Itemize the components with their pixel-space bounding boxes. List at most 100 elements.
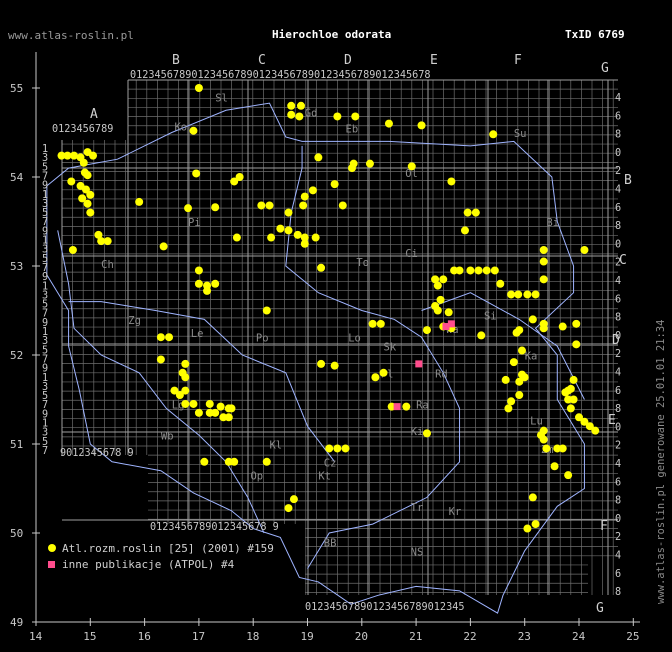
region-label: Cz — [324, 457, 337, 469]
record-atlas — [314, 153, 323, 162]
legend-item-other: inne publikacje (ATPOL) #4 — [48, 556, 274, 572]
grid-letter-top: D — [344, 53, 352, 68]
record-atlas — [569, 395, 578, 404]
record-atlas — [200, 457, 209, 466]
grid-digit-right: 6 — [615, 386, 621, 397]
grid-letter-top: F — [514, 53, 522, 68]
record-atlas — [289, 495, 298, 504]
vistula-river — [285, 145, 461, 569]
generated-note: www.atlas-roslin.pl generowane 25.01.01 … — [655, 319, 667, 604]
grid-letter-right: C — [619, 253, 627, 268]
grid-letter-top: A — [90, 107, 98, 122]
grid-digit-right: 6 — [615, 203, 621, 214]
grid-letter-right: D — [612, 333, 620, 348]
region-label: Wb — [161, 431, 174, 443]
region-label: Lo — [348, 333, 361, 345]
record-atlas — [539, 257, 548, 266]
record-atlas — [422, 429, 431, 438]
grid-letter-top: C — [258, 53, 266, 68]
x-tick-label: 14 — [29, 630, 43, 643]
grid-digit-right: 4 — [615, 185, 621, 196]
record-atlas — [402, 402, 411, 411]
grid-digit-right: 0 — [615, 239, 621, 250]
region-label: Ko — [174, 122, 187, 134]
record-atlas — [539, 275, 548, 284]
record-atlas — [436, 295, 445, 304]
grid-digit-row-bottom-mid: 0123456789012345678 9 — [150, 522, 279, 533]
record-atlas — [293, 230, 302, 239]
region-label: Ra — [416, 399, 429, 411]
grid-digit-right: 0 — [615, 422, 621, 433]
record-atlas — [531, 520, 540, 529]
record-atlas — [194, 266, 203, 275]
record-atlas — [474, 266, 483, 275]
record-atlas — [515, 377, 524, 386]
record-other-publication — [442, 323, 450, 331]
grid-digit-right: 4 — [615, 276, 621, 287]
record-atlas — [194, 84, 203, 92]
pink-square-icon — [48, 560, 55, 568]
record-atlas — [341, 444, 350, 453]
record-atlas — [550, 462, 559, 471]
grid-digit-row-top-a: 0123456789 — [52, 124, 113, 135]
record-atlas — [569, 375, 578, 384]
record-atlas — [83, 199, 92, 208]
grid-digit-right: 4 — [615, 368, 621, 379]
grid-digit-right: 2 — [615, 166, 621, 177]
record-atlas — [466, 266, 475, 275]
grid-digit-right: 0 — [615, 148, 621, 159]
record-atlas — [572, 340, 581, 349]
record-atlas — [507, 397, 516, 406]
record-atlas — [79, 158, 88, 167]
record-atlas — [257, 201, 266, 210]
grid-digit-right: 8 — [615, 221, 621, 232]
grid-digit-right: 8 — [615, 313, 621, 324]
region-label: Eb — [346, 124, 359, 136]
record-atlas — [262, 457, 271, 466]
record-atlas — [276, 224, 285, 233]
x-tick-label: 23 — [518, 630, 531, 643]
record-other-publication — [415, 360, 423, 368]
record-atlas — [300, 239, 309, 248]
record-atlas — [507, 290, 516, 299]
record-atlas — [477, 331, 486, 340]
record-atlas — [135, 197, 144, 206]
record-atlas — [287, 110, 296, 119]
record-atlas — [471, 208, 480, 217]
x-tick-label: 19 — [301, 630, 314, 643]
record-atlas — [219, 413, 228, 422]
record-atlas — [308, 186, 317, 195]
record-atlas — [371, 373, 380, 382]
record-atlas — [262, 306, 271, 315]
record-atlas — [384, 119, 393, 128]
record-atlas — [558, 322, 567, 331]
record-atlas — [514, 290, 523, 299]
record-atlas — [232, 233, 241, 242]
grid-letter-right: B — [624, 173, 632, 188]
region-label: Le — [191, 328, 204, 340]
x-tick-label: 15 — [83, 630, 96, 643]
record-atlas — [433, 306, 442, 315]
y-tick-label: 55 — [10, 82, 23, 95]
record-atlas — [156, 355, 165, 364]
record-atlas — [295, 112, 304, 121]
record-atlas — [330, 180, 339, 189]
record-atlas — [159, 242, 168, 251]
record-atlas — [422, 326, 431, 335]
grid-letter-top: B — [172, 53, 180, 68]
country-border — [46, 102, 585, 614]
site-url[interactable]: www.atlas-roslin.pl — [8, 29, 134, 42]
record-atlas — [299, 201, 308, 210]
record-atlas — [86, 208, 95, 217]
record-atlas — [181, 399, 190, 408]
record-atlas — [230, 457, 239, 466]
record-atlas — [376, 319, 385, 328]
record-atlas — [348, 164, 357, 173]
grid-letter-right: E — [608, 413, 616, 428]
record-atlas — [528, 493, 537, 502]
x-tick-label: 25 — [626, 630, 639, 643]
region-label: Rd — [435, 368, 448, 380]
region-label: To — [356, 257, 369, 269]
record-atlas — [333, 444, 342, 453]
region-label: Ka — [525, 350, 538, 362]
